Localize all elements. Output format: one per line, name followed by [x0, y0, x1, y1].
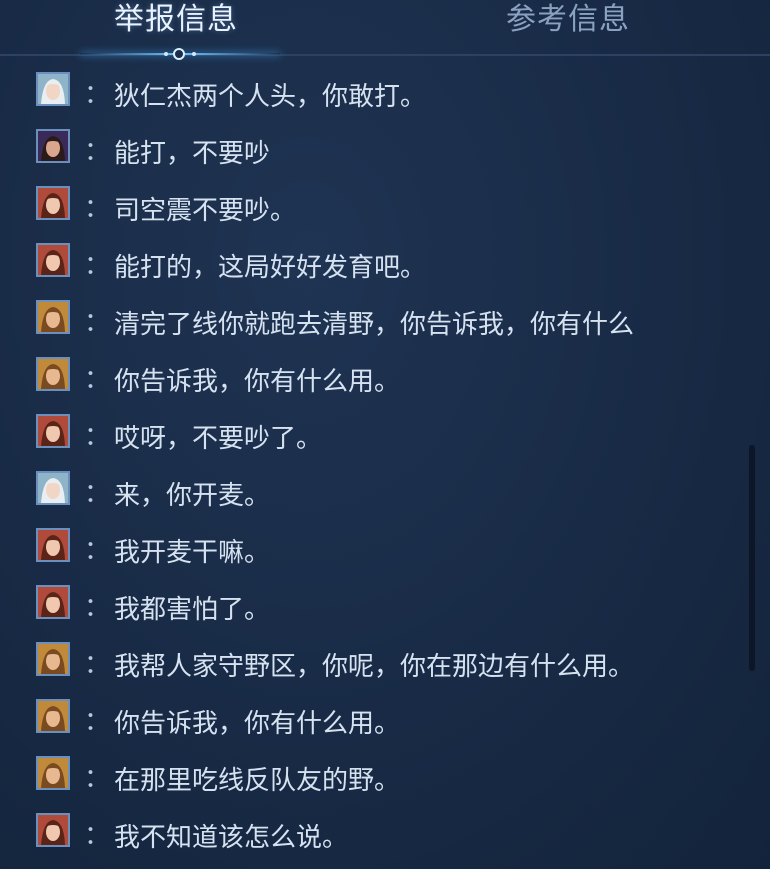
message-separator: ： — [84, 308, 111, 338]
chat-message-row: ：你告诉我，你有什么用。 — [0, 691, 740, 748]
chat-message-row: ：我帮人家守野区，你呢，你在那边有什么用。 — [0, 634, 740, 691]
chat-log-list[interactable]: ：狄仁杰两个人头，你敢打。：能打，不要吵：司空震不要吵。：能打的，这局好好发育吧… — [0, 64, 740, 854]
message-text: 清完了线你就跑去清野，你告诉我，你有什么 — [114, 310, 635, 340]
message-text: 我不知道该怎么说。 — [114, 823, 349, 853]
hero-d-avatar[interactable] — [36, 699, 70, 733]
message-separator: ： — [84, 764, 111, 794]
chat-message-row: ：哎呀，不要吵了。 — [0, 406, 740, 463]
message-text: 来，你开麦。 — [114, 481, 271, 511]
message-separator: ： — [84, 251, 111, 281]
chat-message-row: ：来，你开麦。 — [0, 463, 740, 520]
hero-b-avatar[interactable] — [36, 129, 70, 163]
message-text: 我开麦干嘛。 — [114, 538, 271, 568]
chat-message-row: ：司空震不要吵。 — [0, 178, 740, 235]
message-text: 你告诉我，你有什么用。 — [114, 709, 401, 739]
message-text: 能打的，这局好好发育吧。 — [114, 253, 427, 283]
hero-d-avatar[interactable] — [36, 357, 70, 391]
chat-message-row: ：清完了线你就跑去清野，你告诉我，你有什么 — [0, 292, 740, 349]
scrollbar-thumb[interactable] — [749, 445, 755, 671]
chat-message-row: ：能打，不要吵 — [0, 121, 740, 178]
hero-c-avatar[interactable] — [36, 414, 70, 448]
chat-message-row: ：我不知道该怎么说。 — [0, 805, 740, 854]
message-separator: ： — [84, 80, 111, 110]
message-text: 哎呀，不要吵了。 — [114, 424, 323, 454]
chat-message-row: ：在那里吃线反队友的野。 — [0, 748, 740, 805]
tab-reference-info[interactable]: 参考信息 — [506, 0, 630, 38]
hero-d-avatar[interactable] — [36, 642, 70, 676]
message-separator: ： — [84, 821, 111, 851]
active-tab-indicator — [80, 48, 280, 60]
tab-report-info[interactable]: 举报信息 — [114, 0, 238, 38]
chat-message-row: ：我开麦干嘛。 — [0, 520, 740, 577]
message-text: 你告诉我，你有什么用。 — [114, 367, 401, 397]
message-text: 能打，不要吵 — [114, 139, 271, 169]
hero-c-avatar[interactable] — [36, 585, 70, 619]
message-separator: ： — [84, 194, 111, 224]
report-tab-bar: 举报信息 参考信息 — [0, 0, 770, 60]
chat-message-row: ：你告诉我，你有什么用。 — [0, 349, 740, 406]
message-text: 狄仁杰两个人头，你敢打。 — [114, 82, 427, 112]
message-text: 我帮人家守野区，你呢，你在那边有什么用。 — [114, 652, 635, 682]
hero-c-avatar[interactable] — [36, 243, 70, 277]
message-separator: ： — [84, 422, 111, 452]
chat-message-row: ：我都害怕了。 — [0, 577, 740, 634]
message-separator: ： — [84, 536, 111, 566]
message-text: 司空震不要吵。 — [114, 196, 297, 226]
message-text: 在那里吃线反队友的野。 — [114, 766, 401, 796]
chat-message-row: ：狄仁杰两个人头，你敢打。 — [0, 64, 740, 121]
message-separator: ： — [84, 650, 111, 680]
message-separator: ： — [84, 137, 111, 167]
message-separator: ： — [84, 365, 111, 395]
hero-d-avatar[interactable] — [36, 756, 70, 790]
message-separator: ： — [84, 593, 111, 623]
hero-d-avatar[interactable] — [36, 300, 70, 334]
message-separator: ： — [84, 707, 111, 737]
message-separator: ： — [84, 479, 111, 509]
hero-c-avatar[interactable] — [36, 813, 70, 847]
chat-message-row: ：能打的，这局好好发育吧。 — [0, 235, 740, 292]
hero-c-avatar[interactable] — [36, 528, 70, 562]
message-text: 我都害怕了。 — [114, 595, 271, 625]
hero-a-avatar[interactable] — [36, 471, 70, 505]
hero-c-avatar[interactable] — [36, 186, 70, 220]
hero-a-avatar[interactable] — [36, 72, 70, 106]
